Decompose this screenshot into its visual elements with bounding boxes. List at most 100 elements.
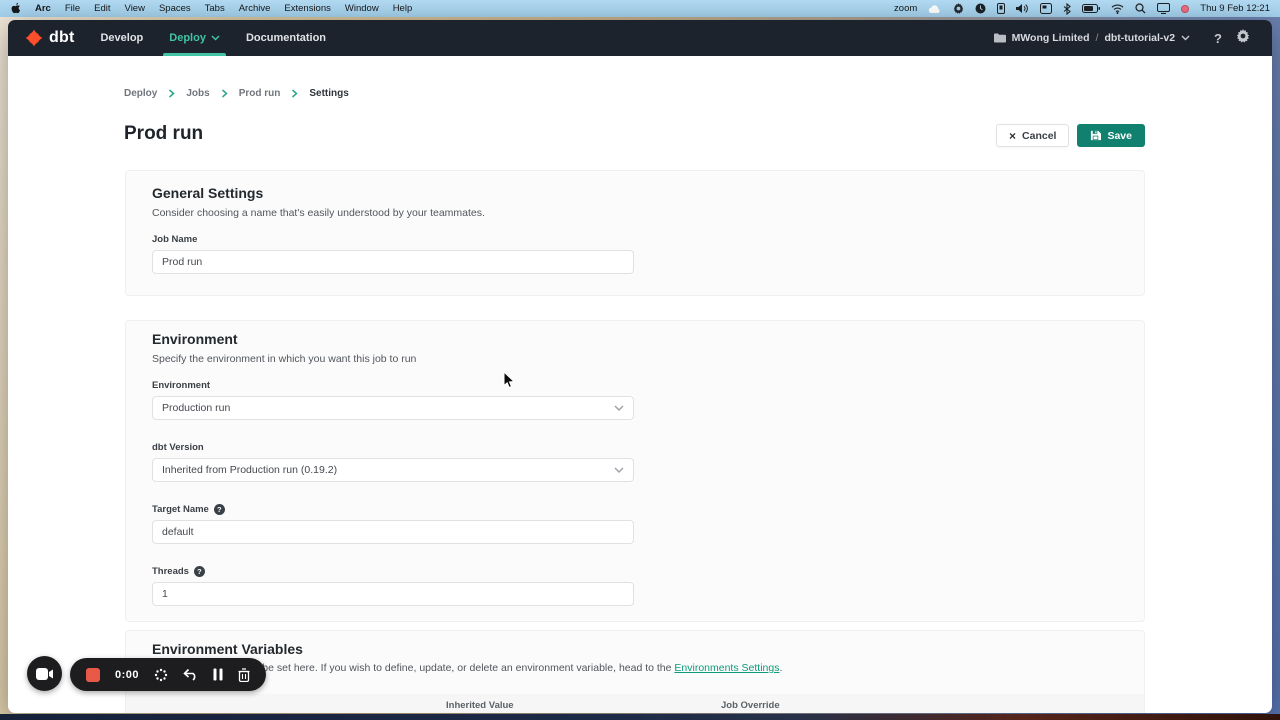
zoom-menu-item[interactable]: zoom	[894, 3, 917, 14]
general-settings-section: General Settings Consider choosing a nam…	[125, 170, 1145, 296]
environment-field-label: Environment	[152, 380, 1118, 391]
chevron-down-icon	[211, 35, 220, 41]
environments-settings-link[interactable]: Environments Settings	[674, 662, 779, 674]
recording-indicator-icon[interactable]	[1181, 5, 1189, 13]
chevron-right-icon	[291, 89, 298, 98]
job-override-column-header: Job Override	[721, 700, 1114, 711]
environment-heading: Environment	[152, 331, 1118, 347]
env-vars-table-header: Inherited Value Job Override	[126, 694, 1144, 713]
target-name-input[interactable]	[152, 520, 634, 544]
general-settings-description: Consider choosing a name that's easily u…	[152, 207, 1118, 219]
menubar-item-file[interactable]: File	[65, 3, 80, 14]
apple-icon[interactable]	[10, 2, 21, 15]
settings-gear-icon[interactable]	[1236, 29, 1250, 48]
volume-icon[interactable]	[1016, 3, 1029, 14]
environment-section: Environment Specify the environment in w…	[125, 320, 1145, 622]
dbt-version-label: dbt Version	[152, 442, 1118, 453]
account-separator: /	[1096, 32, 1099, 44]
environment-description: Specify the environment in which you wan…	[152, 353, 1118, 365]
menubar-item-extensions[interactable]: Extensions	[284, 3, 330, 14]
threads-help-icon[interactable]: ?	[194, 566, 205, 577]
nav-tab-documentation[interactable]: Documentation	[246, 20, 326, 56]
inherited-value-column-header: Inherited Value	[446, 700, 721, 711]
annotate-tools-icon[interactable]	[154, 668, 168, 682]
nav-tab-deploy[interactable]: Deploy	[169, 20, 220, 56]
nav-tab-documentation-label: Documentation	[246, 32, 326, 44]
project-name: dbt-tutorial-v2	[1104, 32, 1175, 44]
dbt-logo-icon	[24, 28, 44, 48]
menubar-clock[interactable]: Thu 9 Feb 12:21	[1200, 3, 1270, 14]
nav-tab-develop-label: Develop	[100, 32, 143, 44]
macos-menubar: Arc File Edit View Spaces Tabs Archive E…	[0, 0, 1280, 17]
dbt-version-select-value: Inherited from Production run (0.19.2)	[162, 464, 337, 476]
close-icon: ×	[1009, 129, 1016, 143]
breadcrumb-jobs[interactable]: Jobs	[186, 88, 209, 99]
video-camera-icon	[36, 668, 53, 680]
chevron-down-icon	[614, 405, 624, 411]
desktop-wallpaper-strip	[0, 714, 1280, 720]
help-button[interactable]: ?	[1214, 31, 1222, 46]
environment-variables-section: Environment Variables Job level override…	[125, 630, 1145, 713]
environment-variables-heading: Environment Variables	[152, 641, 1118, 657]
nav-tab-deploy-label: Deploy	[169, 32, 206, 44]
page-title: Prod run	[124, 123, 203, 145]
chevron-down-icon	[1181, 35, 1190, 41]
menubar-item-help[interactable]: Help	[393, 3, 413, 14]
stop-recording-button[interactable]	[86, 668, 100, 682]
menubar-item-archive[interactable]: Archive	[239, 3, 271, 14]
dbt-version-select[interactable]: Inherited from Production run (0.19.2)	[152, 458, 634, 482]
nav-tab-develop[interactable]: Develop	[100, 20, 143, 56]
app-utility-icon[interactable]	[997, 3, 1005, 14]
target-name-help-icon[interactable]: ?	[214, 504, 225, 515]
menubar-item-tabs[interactable]: Tabs	[205, 3, 225, 14]
cloud-icon[interactable]	[928, 4, 942, 14]
environment-select-value: Production run	[162, 402, 230, 414]
account-name: MWong Limited	[1012, 32, 1090, 44]
menubar-item-spaces[interactable]: Spaces	[159, 3, 191, 14]
job-name-input[interactable]	[152, 250, 634, 274]
clock-utility-icon[interactable]	[975, 3, 986, 14]
bluetooth-icon[interactable]	[1063, 3, 1071, 15]
dbt-logo[interactable]: dbt	[24, 28, 74, 48]
dbt-top-nav: dbt Develop Deploy Documentation MWong L…	[8, 20, 1272, 56]
chevron-down-icon	[614, 467, 624, 473]
gear-icon[interactable]	[953, 3, 964, 14]
breadcrumb: Deploy Jobs Prod run Settings	[124, 88, 349, 99]
general-settings-heading: General Settings	[152, 185, 1118, 201]
threads-input[interactable]	[152, 582, 634, 606]
environment-select[interactable]: Production run	[152, 396, 634, 420]
menubar-item-window[interactable]: Window	[345, 3, 379, 14]
recording-toolbar: 0:00	[70, 658, 266, 691]
save-icon	[1090, 130, 1101, 141]
environment-variables-description: Job level overrides can be set here. If …	[152, 662, 1118, 674]
env-vars-desc-period: .	[779, 662, 782, 674]
breadcrumb-deploy[interactable]: Deploy	[124, 88, 157, 99]
dbt-brand-name: dbt	[49, 29, 74, 47]
wifi-icon[interactable]	[1111, 4, 1124, 14]
chevron-right-icon	[221, 89, 228, 98]
save-button[interactable]: Save	[1077, 124, 1145, 147]
chevron-right-icon	[168, 89, 175, 98]
undo-icon[interactable]	[183, 668, 198, 681]
menubar-item-view[interactable]: View	[125, 3, 145, 14]
menubar-app-name[interactable]: Arc	[35, 3, 51, 14]
account-project-switcher[interactable]: MWong Limited / dbt-tutorial-v2	[994, 32, 1190, 44]
folder-icon	[994, 33, 1006, 43]
camera-toggle-button[interactable]	[27, 656, 62, 691]
window-utility-icon[interactable]	[1040, 3, 1052, 14]
browser-window: dbt Develop Deploy Documentation MWong L…	[8, 20, 1272, 713]
breadcrumb-prod-run[interactable]: Prod run	[239, 88, 281, 99]
target-name-label: Target Name	[152, 504, 209, 515]
battery-icon[interactable]	[1082, 4, 1100, 13]
threads-label: Threads	[152, 566, 189, 577]
cancel-button[interactable]: × Cancel	[996, 124, 1069, 147]
save-button-label: Save	[1107, 130, 1132, 142]
trash-icon[interactable]	[238, 668, 250, 682]
recording-timer: 0:00	[115, 669, 139, 681]
breadcrumb-settings: Settings	[309, 88, 348, 99]
search-icon[interactable]	[1135, 3, 1146, 14]
pause-icon[interactable]	[213, 668, 223, 681]
menubar-item-edit[interactable]: Edit	[94, 3, 110, 14]
cancel-button-label: Cancel	[1022, 130, 1056, 142]
display-icon[interactable]	[1157, 3, 1170, 14]
